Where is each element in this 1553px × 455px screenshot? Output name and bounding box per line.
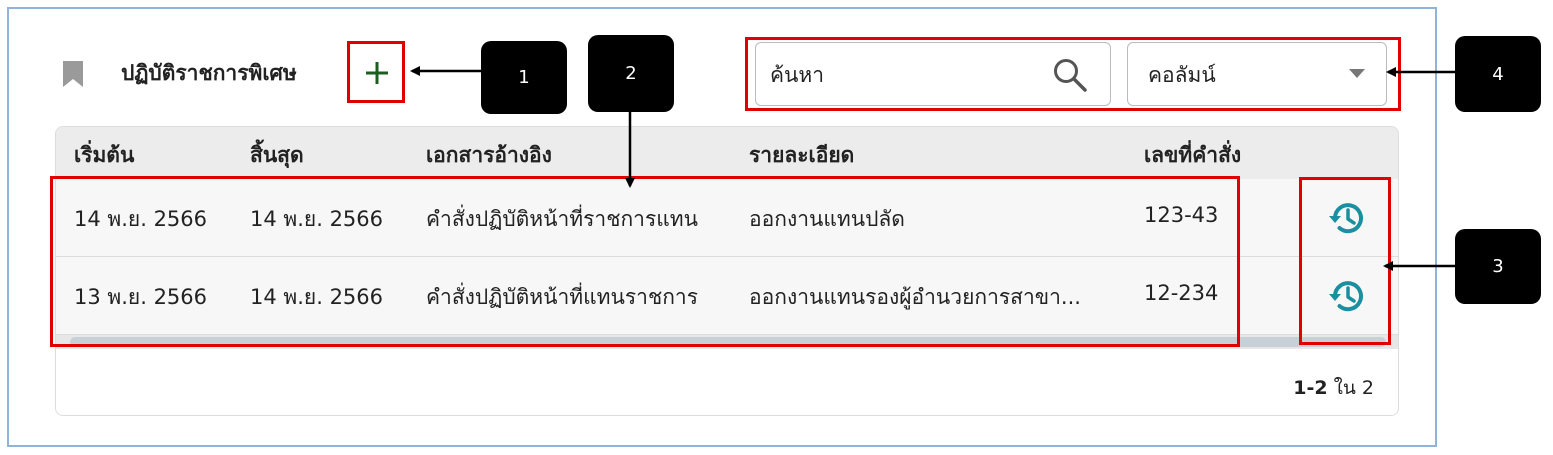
cell-order-no: 123-43 [1144, 203, 1219, 227]
cell-reference: คำสั่งปฏิบัติหน้าที่แทนราชการ [426, 285, 698, 309]
cell-detail: ออกงานแทนรองผู้อำนวยการสาขา... [749, 285, 1081, 309]
cell-end: 14 พ.ย. 2566 [250, 207, 384, 231]
table-row[interactable]: 14 พ.ย. 2566 14 พ.ย. 2566 คำสั่งปฏิบัติห… [56, 179, 1398, 257]
pagination-total: ใน 2 [1333, 377, 1374, 399]
column-header-order-no[interactable]: เลขที่คำสั่ง [1144, 139, 1241, 172]
column-header-reference[interactable]: เอกสารอ้างอิง [426, 139, 552, 172]
annotation-callout-3: 3 [1455, 229, 1541, 304]
pagination-info: 1-2 ใน 2 [1293, 373, 1374, 403]
table-header: เริ่มต้น สิ้นสุด เอกสารอ้างอิง รายละเอีย… [56, 127, 1398, 179]
annotation-callout-2: 2 [588, 35, 674, 112]
cell-reference: คำสั่งปฏิบัติหน้าที่ราชการแทน [426, 207, 698, 231]
cell-detail: ออกงานแทนปลัด [749, 207, 905, 231]
search-box[interactable] [755, 42, 1111, 106]
column-header-start[interactable]: เริ่มต้น [74, 139, 134, 172]
scrollbar-thumb[interactable] [70, 337, 1386, 347]
cell-order-no: 12-234 [1144, 281, 1219, 305]
plus-icon [366, 62, 388, 84]
add-button[interactable] [355, 50, 399, 96]
cell-start: 14 พ.ย. 2566 [74, 207, 208, 231]
section-title: ปฏิบัติราชการพิเศษ [121, 61, 297, 85]
annotation-callout-1: 1 [481, 41, 567, 114]
column-header-end[interactable]: สิ้นสุด [250, 139, 304, 172]
table-row[interactable]: 13 พ.ย. 2566 14 พ.ย. 2566 คำสั่งปฏิบัติห… [56, 257, 1398, 335]
annotation-callout-4: 4 [1455, 36, 1541, 112]
cell-start: 13 พ.ย. 2566 [74, 285, 208, 309]
chevron-down-icon [1349, 69, 1365, 78]
search-input[interactable] [768, 55, 1042, 95]
cell-end: 14 พ.ย. 2566 [250, 285, 384, 309]
search-icon[interactable] [1052, 57, 1088, 93]
history-button[interactable] [1326, 197, 1368, 239]
column-select-label: คอลัมน์ [1148, 63, 1216, 87]
horizontal-scrollbar[interactable] [56, 335, 1398, 349]
pagination-range: 1-2 [1293, 377, 1328, 399]
history-icon [1329, 203, 1363, 234]
column-select[interactable]: คอลัมน์ [1127, 42, 1387, 106]
bookmark-icon [63, 61, 83, 87]
history-button[interactable] [1326, 275, 1368, 317]
data-table: เริ่มต้น สิ้นสุด เอกสารอ้างอิง รายละเอีย… [55, 126, 1399, 416]
history-icon [1329, 281, 1363, 312]
column-header-detail[interactable]: รายละเอียด [749, 139, 854, 172]
